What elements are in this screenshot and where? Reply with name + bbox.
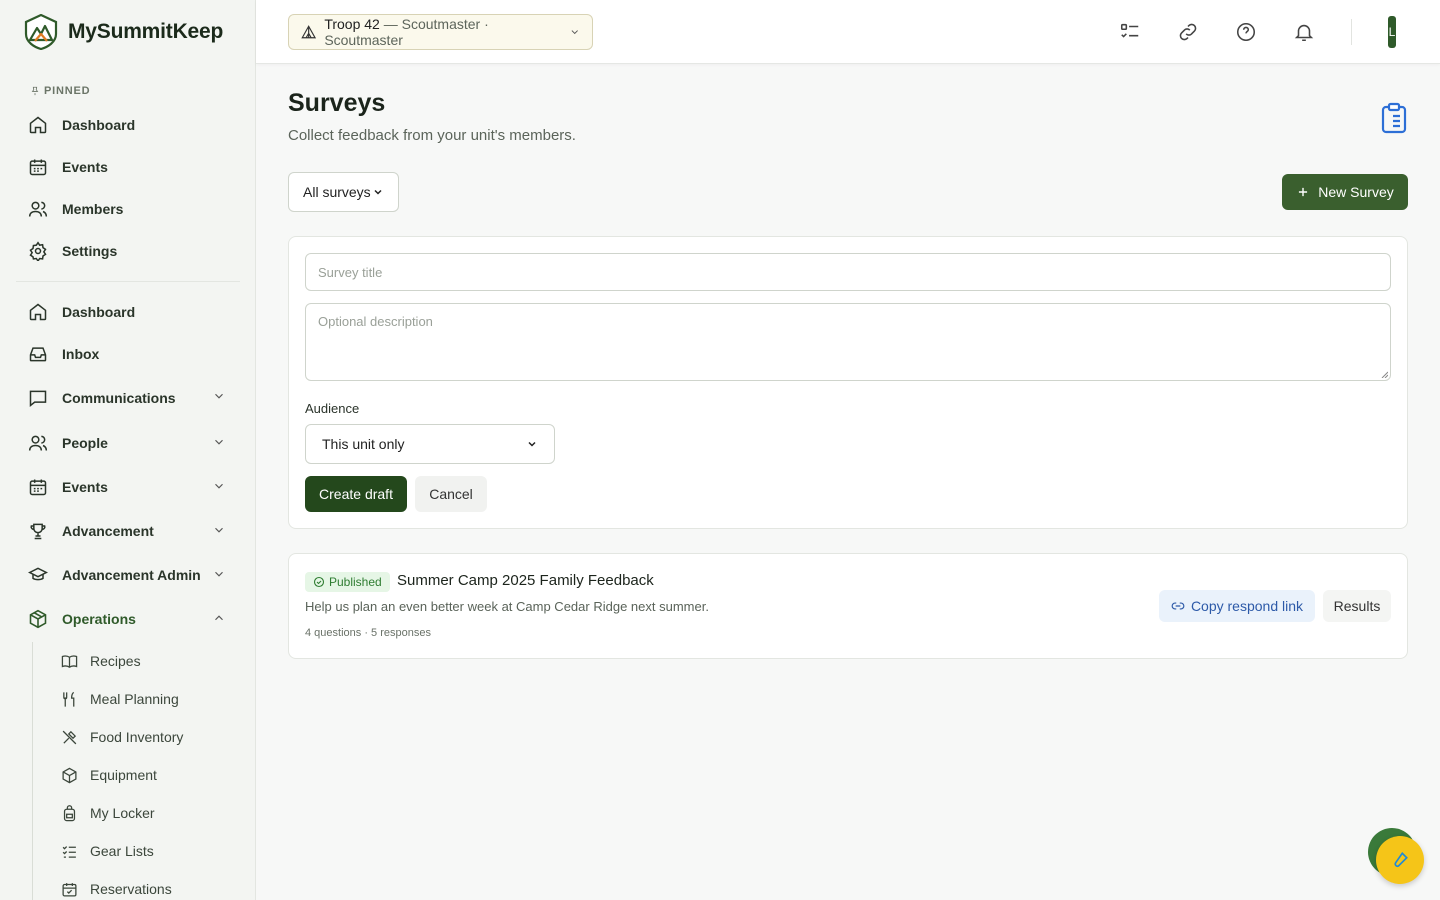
sidebar-item-advancement[interactable]: Advancement xyxy=(16,509,240,553)
sidebar-item-events[interactable]: Events xyxy=(16,465,240,509)
calendar-icon xyxy=(28,477,48,497)
cancel-button[interactable]: Cancel xyxy=(415,476,487,512)
message-icon xyxy=(28,388,48,408)
home-icon xyxy=(28,115,48,135)
page-subtitle: Collect feedback from your unit's member… xyxy=(288,127,576,144)
topbar-actions: L xyxy=(1119,0,1440,64)
users-icon xyxy=(28,199,48,219)
new-survey-form: Survey title Optional description Audien… xyxy=(288,236,1408,529)
bell-icon[interactable] xyxy=(1293,21,1315,43)
pinned-item-settings[interactable]: Settings xyxy=(16,230,240,272)
test-tube-icon xyxy=(1394,851,1408,868)
sidebar-item-advancement-admin[interactable]: Advancement Admin xyxy=(16,553,240,597)
survey-description: Help us plan an even better week at Camp… xyxy=(305,599,709,614)
results-button[interactable]: Results xyxy=(1323,590,1391,622)
sidebar-subitem-reservations[interactable]: Reservations xyxy=(33,870,240,900)
unit-name: Troop 42 xyxy=(324,16,380,32)
resize-handle-icon[interactable] xyxy=(1380,370,1388,378)
package-icon xyxy=(28,609,48,629)
chevron-down-icon xyxy=(571,30,578,35)
backpack-icon xyxy=(61,804,78,822)
box-icon xyxy=(61,767,78,784)
brand[interactable]: MySummitKeep xyxy=(24,14,223,50)
calendar-icon xyxy=(28,157,48,177)
checklist-icon[interactable] xyxy=(1119,21,1141,43)
book-icon xyxy=(61,653,78,670)
pinned-item-events[interactable]: Events xyxy=(16,146,240,188)
topbar-divider xyxy=(1351,19,1352,45)
brand-name: MySummitKeep xyxy=(68,20,224,43)
survey-title-input[interactable]: Survey title xyxy=(305,253,1391,291)
sidebar-subitem-meal-planning[interactable]: Meal Planning xyxy=(33,680,240,718)
pinned-nav: Dashboard Events Members Settings xyxy=(16,104,240,272)
create-draft-button[interactable]: Create draft xyxy=(305,476,407,512)
chevron-down-icon xyxy=(215,571,223,577)
copy-respond-link-button[interactable]: Copy respond link xyxy=(1158,590,1315,622)
graduation-cap-icon xyxy=(28,565,48,585)
chevron-down-icon xyxy=(215,527,223,533)
feedback-fab-button[interactable] xyxy=(1376,836,1424,884)
users-icon xyxy=(28,433,48,453)
pinned-item-dashboard[interactable]: Dashboard xyxy=(16,104,240,146)
pinned-section-label: PINNED xyxy=(30,85,90,97)
pinned-item-members[interactable]: Members xyxy=(16,188,240,230)
new-survey-button[interactable]: New Survey xyxy=(1282,174,1408,210)
sidebar-divider xyxy=(16,281,240,282)
mountain-logo-icon xyxy=(24,14,58,50)
survey-card: Published Summer Camp 2025 Family Feedba… xyxy=(288,553,1408,659)
survey-filter-select[interactable]: All surveys xyxy=(288,172,399,212)
topbar: Troop 42 — Scoutmaster · Scoutmaster L xyxy=(256,0,1440,64)
chevron-down-icon xyxy=(215,483,223,489)
operations-subnav: Recipes Meal Planning Food Inventory Equ… xyxy=(32,642,240,900)
sidebar-item-people[interactable]: People xyxy=(16,421,240,465)
audience-label: Audience xyxy=(305,401,360,416)
sidebar-subitem-gear-lists[interactable]: Gear Lists xyxy=(33,832,240,870)
calendar-check-icon xyxy=(61,881,78,898)
utensils-crossed-icon xyxy=(61,729,78,746)
status-badge: Published xyxy=(305,572,390,592)
chevron-down-icon xyxy=(374,189,382,195)
sidebar-item-operations[interactable]: Operations xyxy=(16,597,240,641)
audience-select[interactable]: This unit only xyxy=(305,424,555,464)
sidebar-subitem-equipment[interactable]: Equipment xyxy=(33,756,240,794)
survey-title: Summer Camp 2025 Family Feedback xyxy=(397,572,654,589)
sidebar-subitem-food-inventory[interactable]: Food Inventory xyxy=(33,718,240,756)
main-nav: Dashboard Inbox Communications People Ev… xyxy=(16,291,240,641)
trophy-icon xyxy=(28,521,48,541)
inbox-icon xyxy=(28,344,48,364)
help-icon[interactable] xyxy=(1235,21,1257,43)
chevron-down-icon xyxy=(215,439,223,445)
chevron-up-icon xyxy=(215,615,223,621)
pin-icon xyxy=(31,86,39,96)
utensils-icon xyxy=(61,691,78,708)
home-icon xyxy=(28,302,48,322)
check-circle-icon xyxy=(313,576,325,588)
sidebar: MySummitKeep PINNED Dashboard Events Mem… xyxy=(0,0,256,900)
plus-icon xyxy=(1299,187,1308,197)
link-icon xyxy=(1171,602,1185,610)
sidebar-item-dashboard[interactable]: Dashboard xyxy=(16,291,240,333)
avatar[interactable]: L xyxy=(1388,16,1396,48)
survey-description-input[interactable]: Optional description xyxy=(305,303,1391,381)
tent-icon xyxy=(301,25,317,39)
sidebar-item-inbox[interactable]: Inbox xyxy=(16,333,240,375)
sidebar-subitem-my-locker[interactable]: My Locker xyxy=(33,794,240,832)
clipboard-list-icon xyxy=(1381,102,1407,134)
page-title: Surveys xyxy=(288,89,386,117)
checklist-icon xyxy=(61,843,78,860)
sidebar-subitem-recipes[interactable]: Recipes xyxy=(33,642,240,680)
unit-switcher[interactable]: Troop 42 — Scoutmaster · Scoutmaster xyxy=(288,14,593,50)
link-icon[interactable] xyxy=(1177,21,1199,43)
sidebar-item-communications[interactable]: Communications xyxy=(16,375,240,421)
chevron-down-icon xyxy=(215,393,223,399)
gear-icon xyxy=(28,241,48,261)
survey-meta: 4 questions · 5 responses xyxy=(305,627,431,639)
chevron-down-icon xyxy=(528,441,536,447)
